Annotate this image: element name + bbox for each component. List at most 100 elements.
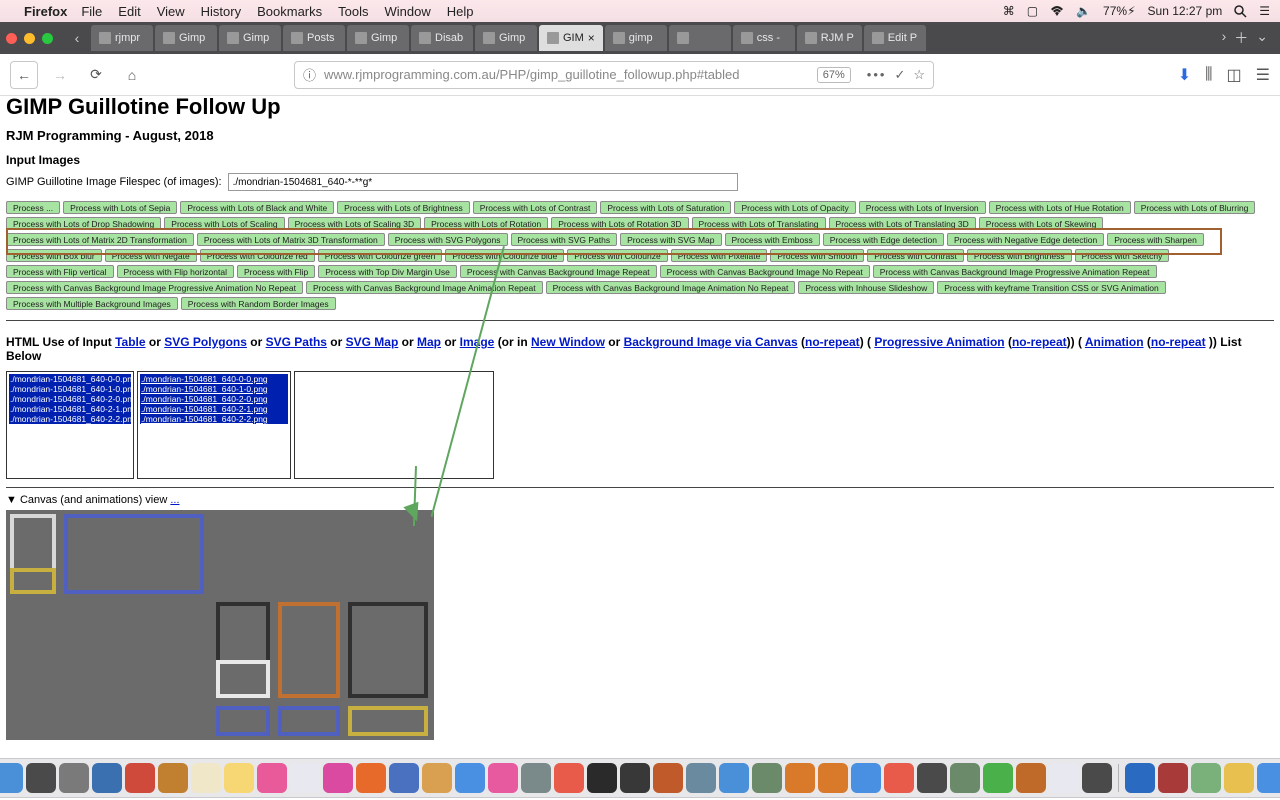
process-button[interactable]: Process with Canvas Background Image Pro…: [6, 281, 303, 294]
process-button[interactable]: Process with Flip: [237, 265, 315, 278]
process-button[interactable]: Process with Lots of Blurring: [1134, 201, 1256, 214]
canvas-details-summary[interactable]: ▼ Canvas (and animations) view ...: [6, 494, 1274, 506]
all-tabs-button[interactable]: ⌄: [1256, 28, 1268, 48]
process-button[interactable]: Process with Lots of Matrix 2D Transform…: [6, 233, 194, 246]
dock-app-icon[interactable]: [884, 763, 914, 793]
dock-app-icon[interactable]: [587, 763, 617, 793]
file-link[interactable]: ./mondrian-1504681_640-2-2.png: [140, 414, 288, 424]
process-button[interactable]: Process with Canvas Background Image Ani…: [306, 281, 543, 294]
bookmark-star-icon[interactable]: ☆: [913, 67, 925, 83]
link-svg-map[interactable]: SVG Map: [346, 335, 399, 349]
process-button[interactable]: Process with Lots of Rotation 3D: [551, 217, 688, 230]
window-controls[interactable]: [6, 33, 53, 44]
browser-tab[interactable]: Gimp: [475, 25, 537, 51]
link-progressive-animation[interactable]: Progressive Animation: [874, 335, 1004, 349]
downloads-icon[interactable]: ⬇: [1178, 65, 1191, 85]
browser-tab[interactable]: gimp: [605, 25, 667, 51]
macos-dock[interactable]: [0, 758, 1280, 798]
zoom-indicator[interactable]: 67%: [817, 67, 851, 83]
process-button[interactable]: Process with Random Border Images: [181, 297, 336, 310]
process-button[interactable]: Process with SVG Map: [620, 233, 721, 246]
dock-app-icon[interactable]: [1224, 763, 1254, 793]
close-tab-icon[interactable]: ×: [588, 31, 595, 45]
process-button[interactable]: Process with Lots of Sepia: [63, 201, 177, 214]
process-button[interactable]: Process with Top Div Margin Use: [318, 265, 457, 278]
process-button[interactable]: Process with Colourize green: [318, 249, 443, 262]
file-link[interactable]: ./mondrian-1504681_640-2-1.png: [140, 404, 288, 414]
process-button[interactable]: Process with Lots of Skewing: [979, 217, 1104, 230]
process-button[interactable]: Process with Canvas Background Image Pro…: [873, 265, 1157, 278]
browser-tab[interactable]: Gimp: [219, 25, 281, 51]
process-button[interactable]: Process with Inhouse Slideshow: [798, 281, 934, 294]
process-button[interactable]: Process with Colourize red: [200, 249, 315, 262]
process-button[interactable]: Process with Sharpen: [1107, 233, 1204, 246]
dock-app-icon[interactable]: [950, 763, 980, 793]
reload-button[interactable]: ⟳: [82, 61, 110, 89]
dock-app-icon[interactable]: [191, 763, 221, 793]
dock-app-icon[interactable]: [0, 763, 23, 793]
dock-app-icon[interactable]: [983, 763, 1013, 793]
link-no-repeat-2[interactable]: no-repeat: [1012, 335, 1067, 349]
dock-app-icon[interactable]: [1257, 763, 1280, 793]
dock-app-icon[interactable]: [1049, 763, 1079, 793]
link-svg-paths[interactable]: SVG Paths: [266, 335, 327, 349]
browser-tab[interactable]: [669, 25, 731, 51]
spotlight-icon[interactable]: [1234, 5, 1247, 18]
app-name[interactable]: Firefox: [24, 4, 67, 19]
process-button[interactable]: Process with Multiple Background Images: [6, 297, 178, 310]
dock-app-icon[interactable]: [26, 763, 56, 793]
process-button[interactable]: Process with Lots of Rotation: [424, 217, 548, 230]
process-button[interactable]: Process with Lots of Inversion: [859, 201, 986, 214]
process-button[interactable]: Process with SVG Polygons: [388, 233, 508, 246]
browser-tab[interactable]: GIM×: [539, 25, 603, 51]
file-link[interactable]: ./mondrian-1504681_640-1-0.png: [140, 384, 288, 394]
dock-app-icon[interactable]: [356, 763, 386, 793]
browser-tab[interactable]: Gimp: [347, 25, 409, 51]
dock-app-icon[interactable]: [323, 763, 353, 793]
details-link[interactable]: ...: [170, 494, 179, 506]
tab-scroll-right[interactable]: ›: [1222, 28, 1227, 48]
browser-tab[interactable]: rjmpr: [91, 25, 153, 51]
process-button[interactable]: Process with Lots of Translating 3D: [829, 217, 976, 230]
process-button[interactable]: Process with Emboss: [725, 233, 820, 246]
home-button[interactable]: ⌂: [118, 61, 146, 89]
file-link[interactable]: ./mondrian-1504681_640-0-0.png: [140, 374, 288, 384]
status-icon[interactable]: ⌘: [1003, 4, 1015, 18]
dock-app-icon[interactable]: [620, 763, 650, 793]
dock-app-icon[interactable]: [1158, 763, 1188, 793]
process-button[interactable]: Process with Negative Edge detection: [947, 233, 1104, 246]
forward-button[interactable]: →: [46, 61, 74, 89]
menu-tools[interactable]: Tools: [338, 4, 368, 19]
tab-scroll-left[interactable]: ‹: [65, 26, 89, 50]
process-button[interactable]: Process with Canvas Background Image Rep…: [460, 265, 657, 278]
process-button[interactable]: Process with Canvas Background Image No …: [660, 265, 870, 278]
menu-bookmarks[interactable]: Bookmarks: [257, 4, 322, 19]
process-button[interactable]: Process with Lots of Contrast: [473, 201, 598, 214]
process-button[interactable]: Process with SVG Paths: [511, 233, 618, 246]
browser-tab[interactable]: Gimp: [155, 25, 217, 51]
process-button[interactable]: Process with Canvas Background Image Ani…: [546, 281, 796, 294]
browser-tab[interactable]: Posts: [283, 25, 345, 51]
dock-app-icon[interactable]: [1016, 763, 1046, 793]
dock-app-icon[interactable]: [1191, 763, 1221, 793]
process-button[interactable]: Process with Edge detection: [823, 233, 944, 246]
link-table[interactable]: Table: [115, 335, 145, 349]
process-button[interactable]: Process with Lots of Brightness: [337, 201, 470, 214]
url-bar[interactable]: ⓘ www.rjmprogramming.com.au/PHP/gimp_gui…: [294, 61, 934, 89]
page-actions-icon[interactable]: •••: [867, 67, 887, 82]
process-button[interactable]: Process with Colourize blue: [445, 249, 564, 262]
dock-app-icon[interactable]: [257, 763, 287, 793]
process-button[interactable]: Process with Flip horizontal: [117, 265, 234, 278]
process-button[interactable]: Process with Lots of Matrix 3D Transform…: [197, 233, 385, 246]
process-button[interactable]: Process with Contrast: [867, 249, 964, 262]
menu-edit[interactable]: Edit: [118, 4, 140, 19]
process-button[interactable]: Process with Smooth: [770, 249, 864, 262]
process-button[interactable]: Process with Lots of Saturation: [600, 201, 731, 214]
browser-tab[interactable]: Disab: [411, 25, 473, 51]
process-button[interactable]: Process with Lots of Black and White: [180, 201, 334, 214]
clock[interactable]: Sun 12:27 pm: [1148, 4, 1223, 18]
link-animation[interactable]: Animation: [1085, 335, 1144, 349]
menu-help[interactable]: Help: [447, 4, 474, 19]
process-button[interactable]: Process with Sketchy: [1075, 249, 1170, 262]
process-button[interactable]: Process with Negate: [105, 249, 197, 262]
